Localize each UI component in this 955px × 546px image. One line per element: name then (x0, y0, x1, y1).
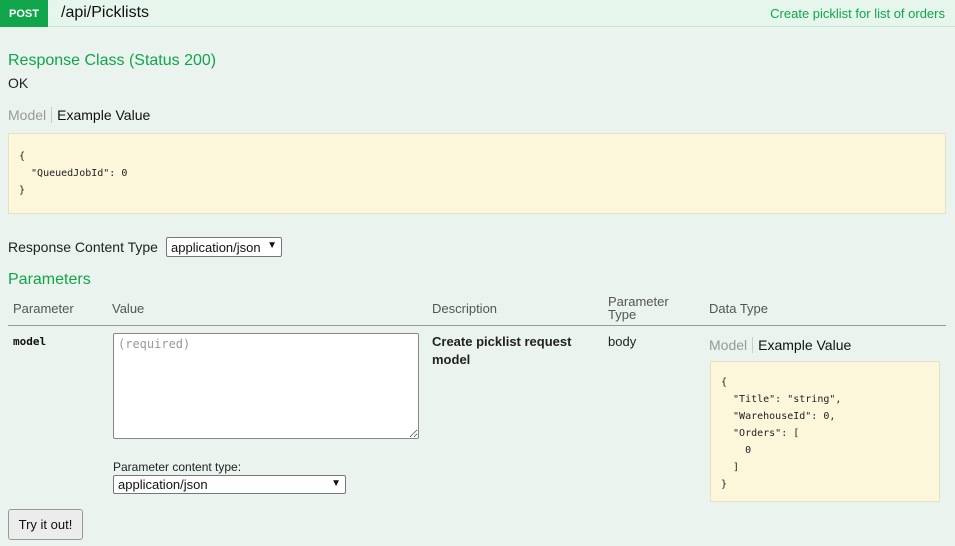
chevron-down-icon: ▼ (331, 478, 341, 489)
tab-model[interactable]: Model (8, 107, 53, 123)
parameter-content-type-value: application/json (118, 477, 208, 492)
parameter-content-type-select[interactable]: application/json ▼ (113, 475, 346, 494)
column-header-data-type: Data Type (709, 301, 769, 316)
column-header-parameter: Parameter (13, 301, 74, 316)
parameter-type: body (608, 334, 637, 349)
response-class-title: Response Class (Status 200) (8, 52, 217, 69)
response-status-text: OK (8, 75, 29, 91)
response-content-type-select[interactable]: application/json ▼ (166, 237, 282, 257)
chevron-down-icon: ▼ (267, 240, 277, 251)
datatype-model-tabs: Model Example Value (709, 337, 851, 353)
parameter-value-input[interactable] (113, 333, 419, 439)
parameter-description: Create picklist request model (432, 334, 572, 367)
response-content-type-label: Response Content Type (8, 239, 158, 255)
endpoint-summary[interactable]: Create picklist for list of orders (770, 6, 945, 21)
table-divider (8, 325, 946, 326)
response-model-tabs: Model Example Value (8, 107, 150, 123)
column-header-parameter-type: Parameter Type (608, 294, 669, 322)
parameter-content-type-label: Parameter content type: (113, 460, 242, 474)
column-header-description: Description (432, 301, 498, 316)
try-it-out-button[interactable]: Try it out! (8, 509, 83, 540)
column-header-value: Value (112, 301, 145, 316)
datatype-example-code[interactable]: { "Title": "string", "WarehouseId": 0, "… (710, 361, 940, 502)
parameters-title: Parameters (8, 271, 91, 288)
operation-header[interactable]: POST /api/Picklists Create picklist for … (0, 0, 955, 27)
http-method-badge: POST (0, 0, 48, 27)
tab-example-value[interactable]: Example Value (753, 337, 851, 353)
endpoint-path[interactable]: /api/Picklists (61, 4, 149, 22)
parameter-name: model (13, 335, 47, 348)
response-content-type-value: application/json (171, 239, 261, 255)
tab-example-value[interactable]: Example Value (52, 107, 150, 123)
tab-model[interactable]: Model (709, 337, 754, 353)
response-example-code: { "QueuedJobId": 0 } (8, 133, 946, 214)
